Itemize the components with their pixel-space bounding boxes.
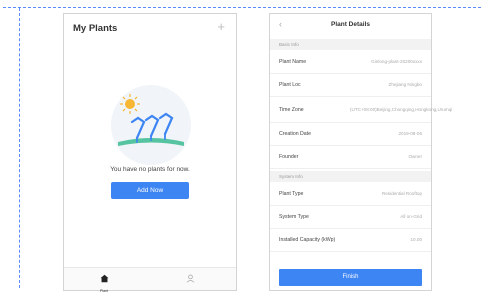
- user-icon: [186, 274, 194, 283]
- field-value: All on-Grid: [400, 214, 422, 220]
- empty-message: You have no plants for now.: [110, 166, 190, 173]
- field-installed-capacity[interactable]: Installed Capacity (kWp) 10.00: [270, 229, 431, 252]
- my-plants-screen: My Plants + You have no plants for now. …: [63, 13, 237, 293]
- field-label: Plant Name: [279, 59, 307, 65]
- home-icon: [100, 274, 108, 283]
- field-label: Plant Type: [279, 191, 304, 197]
- tab-bar: Plant: [64, 267, 236, 293]
- field-label: Time Zone: [279, 106, 304, 113]
- guide-line-left: [19, 8, 20, 288]
- field-value: 10.00: [410, 237, 423, 243]
- field-founder[interactable]: Founder Owner: [270, 146, 431, 169]
- plant-details-screen: ‹ Plant Details Basic Info Plant Name Gi…: [269, 13, 453, 291]
- empty-plants-illustration: [111, 85, 191, 165]
- field-label: System Type: [279, 214, 309, 220]
- section-basic-info: Basic Info: [270, 39, 431, 50]
- field-creation-date[interactable]: Creation Date 2019-08-06: [270, 123, 431, 146]
- field-plant-loc[interactable]: Plant Loc Zhejiang Ningbo: [270, 74, 431, 97]
- field-value: Ginlong-plant-20200xxxx: [371, 59, 422, 65]
- field-plant-name[interactable]: Plant Name Ginlong-plant-20200xxxx: [270, 51, 431, 74]
- add-now-button[interactable]: Add Now: [111, 182, 189, 199]
- field-label: Founder: [279, 154, 299, 160]
- field-system-type[interactable]: System Type All on-Grid: [270, 206, 431, 229]
- field-value: Owner: [408, 154, 422, 160]
- guide-line-top: [3, 7, 481, 8]
- section-system-info: System Info: [270, 171, 431, 182]
- header: My Plants +: [64, 14, 236, 44]
- field-value: (UTC+08:00)Beijing,Chongqing,Hongkong,Ur…: [350, 106, 453, 112]
- field-value: Zhejiang Ningbo: [388, 82, 422, 88]
- tab-me[interactable]: [170, 270, 210, 289]
- page-title: Plant Details: [330, 21, 370, 28]
- plus-icon[interactable]: +: [217, 20, 225, 33]
- tab-plant[interactable]: Plant: [84, 270, 124, 293]
- field-time-zone[interactable]: Time Zone (UTC+08:00)Beijing,Chongqing,H…: [270, 97, 453, 123]
- field-value: Residential Rooftop: [381, 191, 422, 197]
- field-plant-type[interactable]: Plant Type Residential Rooftop: [270, 183, 431, 206]
- field-label: Creation Date: [279, 131, 312, 137]
- tab-label: Plant: [100, 289, 108, 293]
- field-value: 2019-08-06: [398, 131, 423, 137]
- header: ‹ Plant Details: [270, 14, 431, 36]
- field-label: Installed Capacity (kWp): [279, 237, 336, 243]
- page-title: My Plants: [73, 23, 118, 34]
- field-label: Plant Loc: [279, 82, 301, 88]
- finish-button[interactable]: Finish: [279, 269, 422, 286]
